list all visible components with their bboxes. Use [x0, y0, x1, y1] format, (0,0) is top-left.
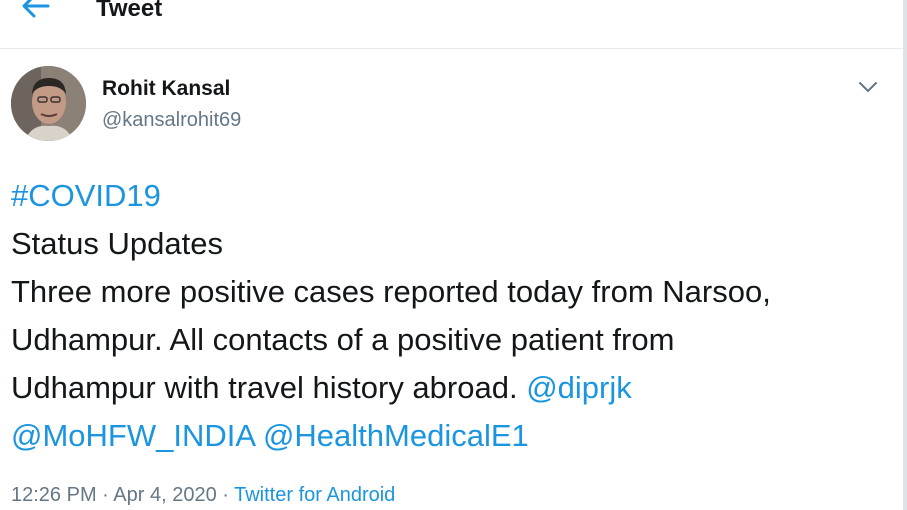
mention-link[interactable]: @MoHFW_INDIA	[11, 418, 254, 453]
tweet-line: Udhampur. All contacts of a positive pat…	[11, 322, 675, 357]
meta-separator: ·	[216, 484, 235, 506]
avatar-image	[11, 66, 86, 141]
page-title: Tweet	[96, 0, 163, 22]
mention-link[interactable]: @HealthMedicalE1	[263, 418, 529, 453]
author-handle[interactable]: @kansalrohit69	[102, 107, 241, 133]
back-arrow-icon[interactable]	[18, 0, 54, 20]
tweet-page: Tweet Rohit Kansal @kansalrohit69 #COVID…	[0, 0, 907, 510]
tweet-line: Three more positive cases reported today…	[11, 274, 771, 309]
tweet-text: #COVID19 Status Updates Three more posit…	[11, 172, 891, 460]
tweet-line: Status Updates	[11, 226, 223, 261]
tweet-source-link[interactable]: Twitter for Android	[234, 484, 395, 506]
tweet-time[interactable]: 12:26 PM	[11, 484, 97, 506]
tweet-date[interactable]: Apr 4, 2020	[113, 484, 216, 506]
hashtag-link[interactable]: #COVID19	[11, 178, 161, 213]
header-bar: Tweet	[0, 0, 903, 49]
mention-link[interactable]: @diprjk	[526, 370, 632, 405]
chevron-down-icon[interactable]	[856, 78, 880, 96]
scrollbar[interactable]	[903, 0, 907, 510]
meta-separator: ·	[96, 484, 114, 506]
author-name[interactable]: Rohit Kansal	[102, 76, 230, 102]
tweet-metadata: 12:26 PM · Apr 4, 2020 · Twitter for And…	[11, 482, 395, 508]
tweet-line: Udhampur with travel history abroad.	[11, 370, 527, 405]
avatar[interactable]	[11, 66, 86, 141]
